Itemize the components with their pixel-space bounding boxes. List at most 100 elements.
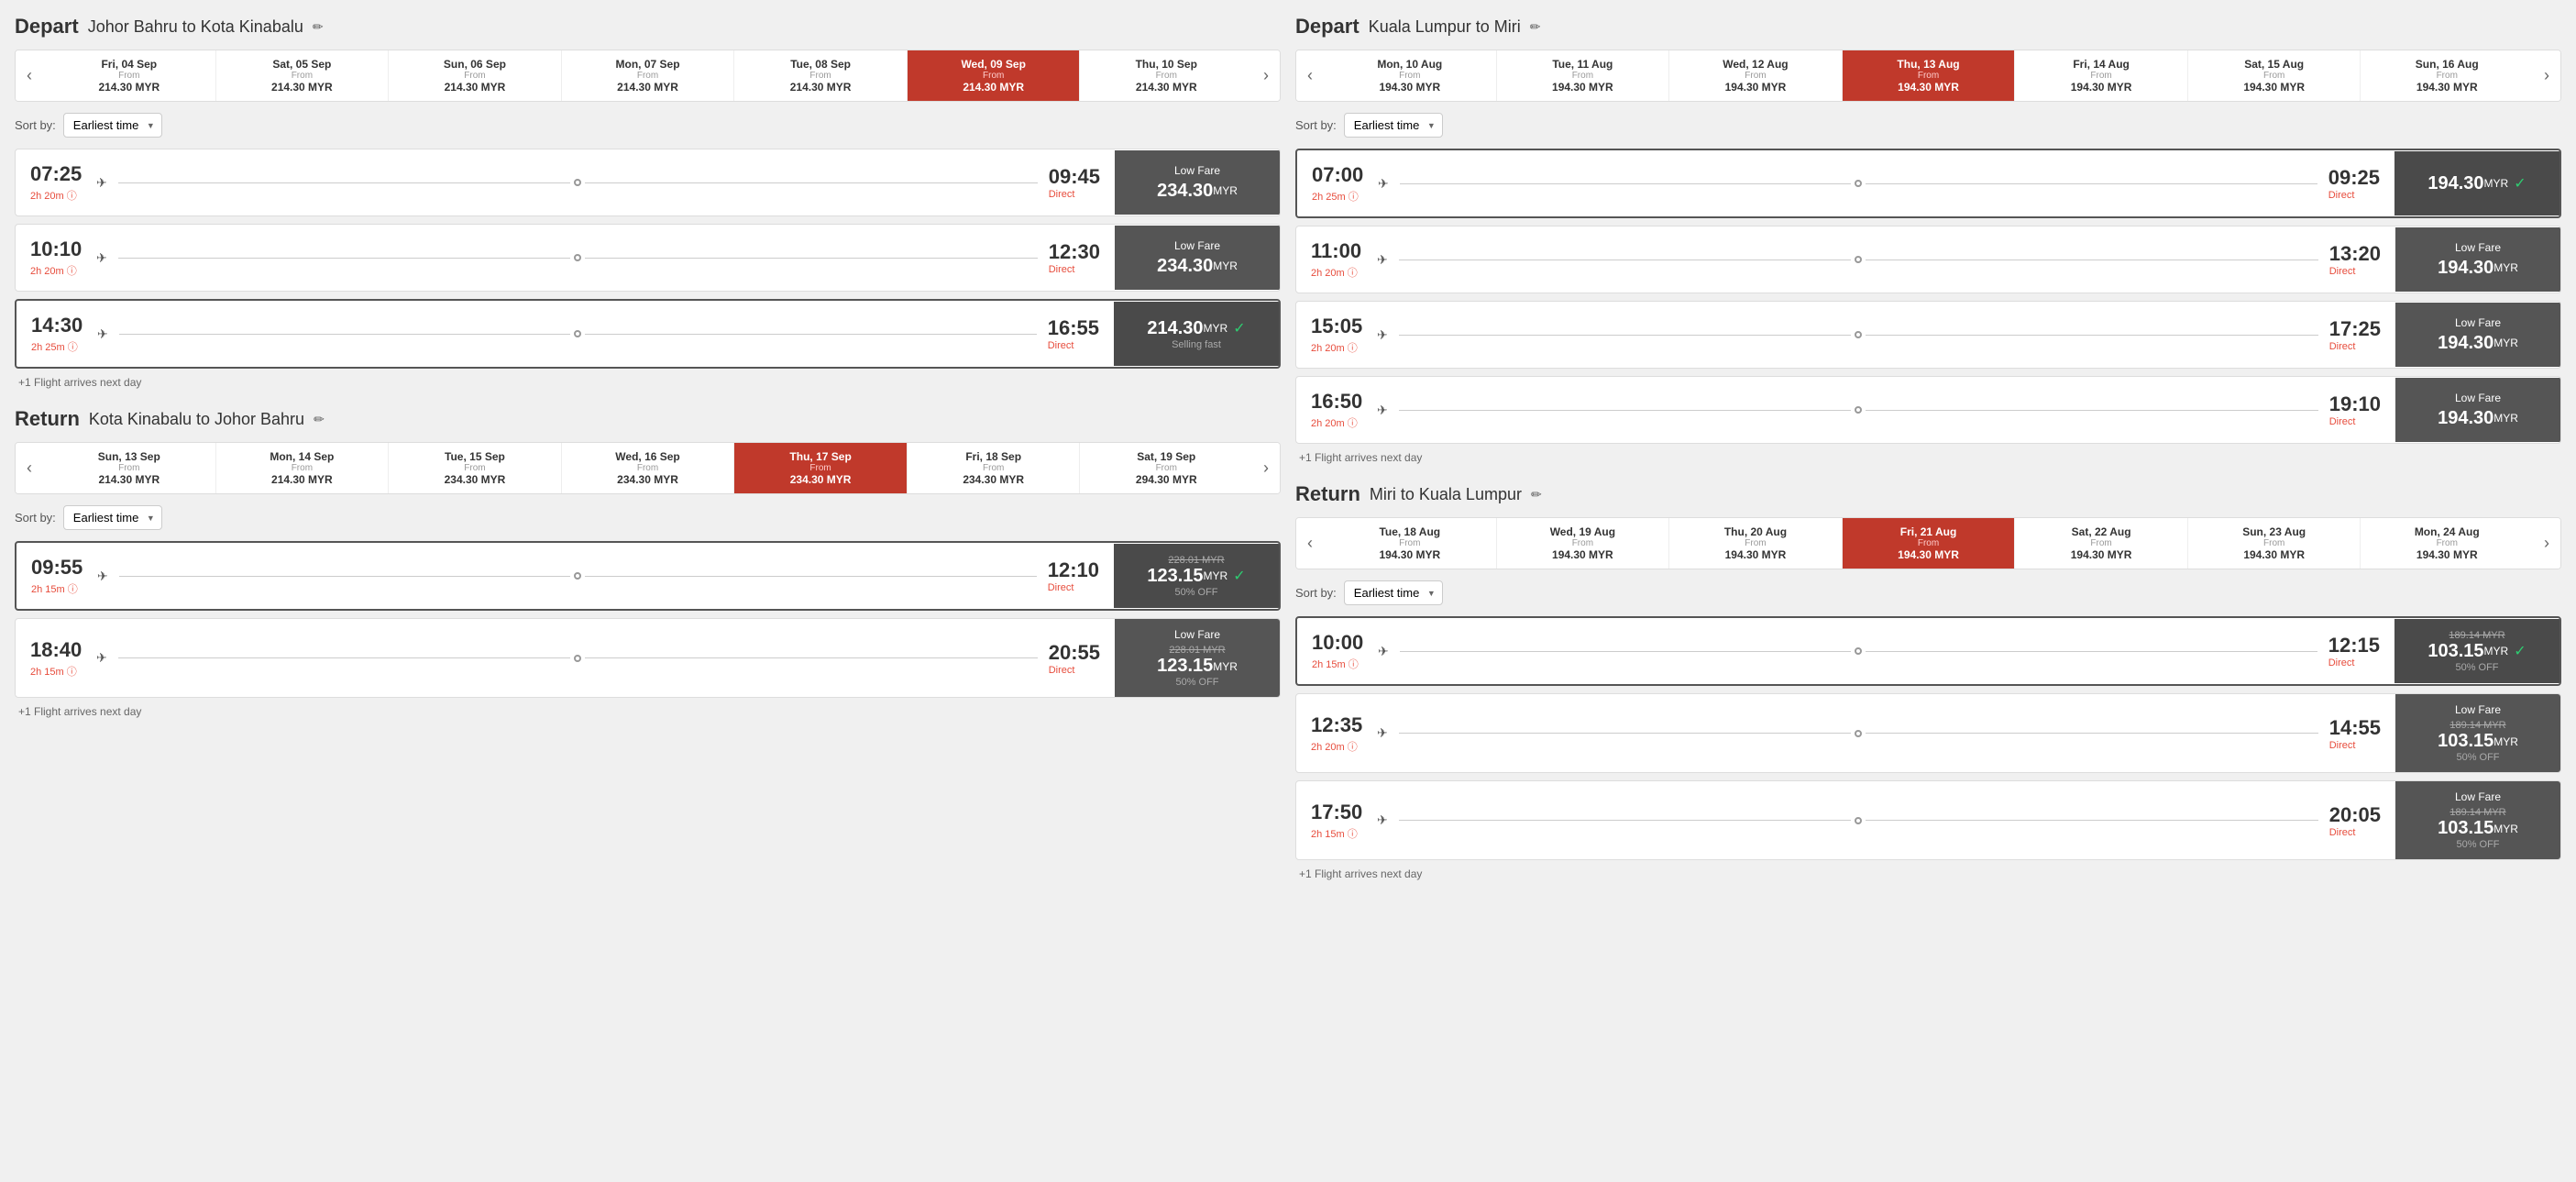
left-return-edit-icon[interactable]: ✏ [314, 412, 325, 427]
left-depart-header: DepartJohor Bahru to Kota Kinabalu✏ [15, 15, 1281, 39]
left-depart-date-cell-1[interactable]: Sat, 05 SepFrom214.30 MYR [215, 50, 389, 101]
right-depart-flight-card-2[interactable]: 15:052h 20m ⓘ✈17:25DirectLow Fare194.30 … [1295, 301, 2561, 369]
right-depart-next-arrow[interactable]: › [2533, 50, 2560, 101]
flight-info-2: 15:052h 20m ⓘ✈17:25Direct [1296, 302, 2395, 368]
price-label-6: 194.30 MYR [2364, 81, 2529, 94]
price-label-1: 214.30 MYR [220, 473, 385, 486]
left-return-flight-card-0[interactable]: 09:552h 15m ⓘ✈12:10Direct228.01 MYR123.1… [15, 541, 1281, 611]
right-return-sort-select[interactable]: Earliest time [1344, 580, 1443, 605]
right-depart-date-cell-2[interactable]: Wed, 12 AugFrom194.30 MYR [1668, 50, 1842, 101]
price-label-2: 214.30 MYR [392, 81, 557, 94]
fare-box-0[interactable]: 228.01 MYR123.15 MYR✓50% OFF [1114, 544, 1279, 608]
left-depart-date-cell-6[interactable]: Thu, 10 SepFrom214.30 MYR [1079, 50, 1252, 101]
left-depart-flight-card-0[interactable]: 07:252h 20m ⓘ✈09:45DirectLow Fare234.30 … [15, 149, 1281, 216]
left-depart-date-cell-3[interactable]: Mon, 07 SepFrom214.30 MYR [561, 50, 734, 101]
right-depart-date-cell-4[interactable]: Fri, 14 AugFrom194.30 MYR [2014, 50, 2187, 101]
from-label-1: From [1501, 538, 1666, 548]
right-return-prev-arrow[interactable]: ‹ [1296, 518, 1324, 569]
right-depart-date-cell-6[interactable]: Sun, 16 AugFrom194.30 MYR [2360, 50, 2533, 101]
left-return-flight-card-1[interactable]: 18:402h 15m ⓘ✈20:55DirectLow Fare228.01 … [15, 618, 1281, 698]
left-return-prev-arrow[interactable]: ‹ [16, 443, 43, 493]
from-label-4: From [2019, 71, 2184, 81]
right-return-header: ReturnMiri to Kuala Lumpur✏ [1295, 482, 2561, 506]
left-depart-title: Depart [15, 15, 79, 39]
fare-box-1[interactable]: Low Fare228.01 MYR123.15 MYR50% OFF [1115, 619, 1280, 697]
right-depart-prev-arrow[interactable]: ‹ [1296, 50, 1324, 101]
check-icon: ✓ [1233, 567, 1245, 585]
right-return-date-cell-1[interactable]: Wed, 19 AugFrom194.30 MYR [1496, 518, 1669, 569]
date-label-6: Sun, 16 Aug [2364, 58, 2529, 71]
right-return-date-cell-4[interactable]: Sat, 22 AugFrom194.30 MYR [2014, 518, 2187, 569]
right-panel: DepartKuala Lumpur to Miri✏‹Mon, 10 AugF… [1295, 15, 2561, 891]
left-depart-sort-select[interactable]: Earliest time [63, 113, 162, 138]
plane-icon: ✈ [1377, 327, 1388, 343]
fare-box-2[interactable]: Low Fare189.14 MYR103.15 MYR50% OFF [2395, 781, 2560, 859]
right-depart-date-cell-1[interactable]: Tue, 11 AugFrom194.30 MYR [1496, 50, 1669, 101]
left-return-next-arrow[interactable]: › [1252, 443, 1280, 493]
fare-box-1[interactable]: Low Fare189.14 MYR103.15 MYR50% OFF [2395, 694, 2560, 772]
right-depart-date-cell-3[interactable]: Thu, 13 AugFrom194.30 MYR [1842, 50, 2015, 101]
left-return-date-cell-1[interactable]: Mon, 14 SepFrom214.30 MYR [215, 443, 389, 493]
fare-box-0[interactable]: 189.14 MYR103.15 MYR✓50% OFF [2394, 619, 2559, 683]
left-return-date-cell-6[interactable]: Sat, 19 SepFrom294.30 MYR [1079, 443, 1252, 493]
left-depart-edit-icon[interactable]: ✏ [313, 19, 324, 35]
fare-box-1[interactable]: Low Fare194.30 MYR [2395, 227, 2560, 292]
fare-box-0[interactable]: 194.30 MYR✓ [2394, 151, 2559, 215]
left-return-date-cell-2[interactable]: Tue, 15 SepFrom234.30 MYR [388, 443, 561, 493]
fare-box-3[interactable]: Low Fare194.30 MYR [2395, 378, 2560, 442]
right-return-flight-card-1[interactable]: 12:352h 20m ⓘ✈14:55DirectLow Fare189.14 … [1295, 693, 2561, 773]
plane-icon: ✈ [96, 175, 107, 191]
flight-info-1: 11:002h 20m ⓘ✈13:20Direct [1296, 226, 2395, 293]
right-return-edit-icon[interactable]: ✏ [1531, 487, 1542, 503]
fare-box-0[interactable]: Low Fare234.30 MYR [1115, 150, 1280, 215]
fare-box-1[interactable]: Low Fare234.30 MYR [1115, 226, 1280, 290]
right-return-date-cell-2[interactable]: Thu, 20 AugFrom194.30 MYR [1668, 518, 1842, 569]
right-return-next-arrow[interactable]: › [2533, 518, 2560, 569]
right-depart-flight-card-0[interactable]: 07:002h 25m ⓘ✈09:25Direct194.30 MYR✓ [1295, 149, 2561, 218]
left-depart-sort-bar: Sort by:Earliest time [15, 113, 1281, 138]
right-return-flight-card-0[interactable]: 10:002h 15m ⓘ✈12:15Direct189.14 MYR103.1… [1295, 616, 2561, 686]
right-return-date-cell-3[interactable]: Fri, 21 AugFrom194.30 MYR [1842, 518, 2015, 569]
left-return-sort-select[interactable]: Earliest time [63, 505, 162, 530]
left-depart-prev-arrow[interactable]: ‹ [16, 50, 43, 101]
left-depart-date-cell-0[interactable]: Fri, 04 SepFrom214.30 MYR [43, 50, 215, 101]
price-label-4: 234.30 MYR [738, 473, 903, 486]
left-depart-date-cell-2[interactable]: Sun, 06 SepFrom214.30 MYR [388, 50, 561, 101]
fare-box-2[interactable]: 214.30 MYR✓Selling fast [1114, 302, 1279, 366]
left-depart-date-nav: ‹Fri, 04 SepFrom214.30 MYRSat, 05 SepFro… [15, 50, 1281, 102]
left-return-date-cell-0[interactable]: Sun, 13 SepFrom214.30 MYR [43, 443, 215, 493]
plane-icon: ✈ [1377, 403, 1388, 418]
right-return-date-cell-5[interactable]: Sun, 23 AugFrom194.30 MYR [2187, 518, 2361, 569]
left-return-title: Return [15, 407, 80, 431]
right-depart-flight-card-1[interactable]: 11:002h 20m ⓘ✈13:20DirectLow Fare194.30 … [1295, 226, 2561, 293]
left-return-date-cell-5[interactable]: Fri, 18 SepFrom234.30 MYR [907, 443, 1080, 493]
date-label-4: Sat, 22 Aug [2019, 525, 2184, 538]
left-depart-date-cell-4[interactable]: Tue, 08 SepFrom214.30 MYR [733, 50, 907, 101]
fare-box-2[interactable]: Low Fare194.30 MYR [2395, 303, 2560, 367]
right-depart-sort-select[interactable]: Earliest time [1344, 113, 1443, 138]
left-depart-next-arrow[interactable]: › [1252, 50, 1280, 101]
right-depart-edit-icon[interactable]: ✏ [1530, 19, 1541, 35]
depart-time-0: 07:002h 25m ⓘ [1312, 163, 1367, 204]
left-depart-flight-card-1[interactable]: 10:102h 20m ⓘ✈12:30DirectLow Fare234.30 … [15, 224, 1281, 292]
flight-info-0: 07:002h 25m ⓘ✈09:25Direct [1297, 150, 2394, 216]
right-return-date-cell-6[interactable]: Mon, 24 AugFrom194.30 MYR [2360, 518, 2533, 569]
right-depart-flight-card-3[interactable]: 16:502h 20m ⓘ✈19:10DirectLow Fare194.30 … [1295, 376, 2561, 444]
right-return-date-cell-0[interactable]: Tue, 18 AugFrom194.30 MYR [1324, 518, 1496, 569]
left-return-date-cell-3[interactable]: Wed, 16 SepFrom234.30 MYR [561, 443, 734, 493]
date-label-5: Sat, 15 Aug [2192, 58, 2357, 71]
left-return-date-nav: ‹Sun, 13 SepFrom214.30 MYRMon, 14 SepFro… [15, 442, 1281, 494]
price-label-2: 194.30 MYR [1673, 81, 1838, 94]
left-depart-date-cell-5[interactable]: Wed, 09 SepFrom214.30 MYR [907, 50, 1080, 101]
from-label-1: From [220, 71, 385, 81]
right-depart-date-cell-0[interactable]: Mon, 10 AugFrom194.30 MYR [1324, 50, 1496, 101]
left-return-date-cell-4[interactable]: Thu, 17 SepFrom234.30 MYR [733, 443, 907, 493]
flight-dot [574, 572, 581, 580]
flight-info-3: 16:502h 20m ⓘ✈19:10Direct [1296, 377, 2395, 443]
flight-dot [1855, 331, 1862, 338]
plane-icon: ✈ [96, 650, 107, 666]
from-label-6: From [1084, 71, 1249, 81]
right-depart-date-cell-5[interactable]: Sat, 15 AugFrom194.30 MYR [2187, 50, 2361, 101]
right-return-flight-card-2[interactable]: 17:502h 15m ⓘ✈20:05DirectLow Fare189.14 … [1295, 780, 2561, 860]
left-depart-flight-card-2[interactable]: 14:302h 25m ⓘ✈16:55Direct214.30 MYR✓Sell… [15, 299, 1281, 369]
